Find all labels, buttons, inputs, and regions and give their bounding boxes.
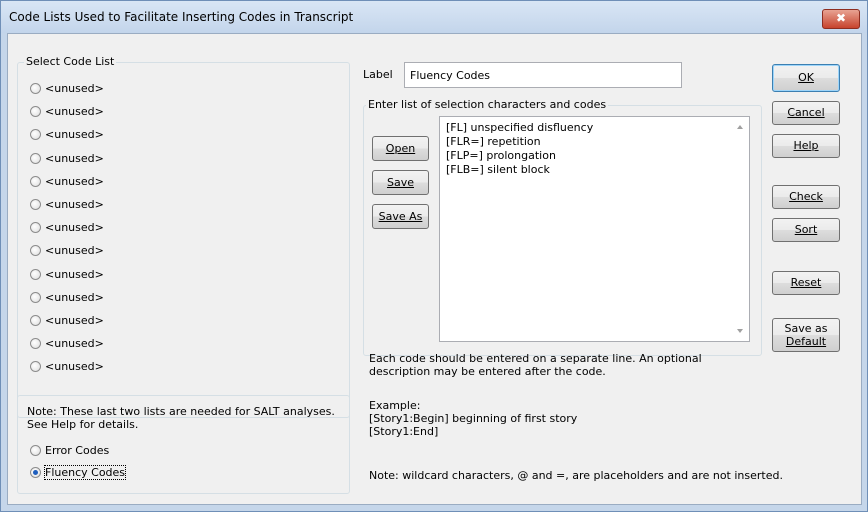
help-button[interactable]: Help [772, 134, 840, 158]
help-button-label: Help [793, 139, 819, 152]
check-button[interactable]: Check [772, 185, 840, 209]
ok-button[interactable]: OK [772, 64, 840, 92]
radio-label: <unused> [45, 128, 104, 142]
codes-textarea-content: [FL] unspecified disfluency [FLR=] repet… [446, 121, 594, 176]
dialog-body: Select Code List Note: These last two li… [7, 33, 862, 505]
salt-note: Note: These last two lists are needed fo… [27, 405, 335, 431]
reset-button-label: Reset [790, 276, 822, 289]
codes-group-label: Enter list of selection characters and c… [366, 98, 609, 111]
save-button[interactable]: Save [372, 170, 429, 195]
radio-label: <unused> [45, 82, 104, 95]
cancel-button-label: Cancel [787, 106, 825, 119]
dialog-window: Code Lists Used to Facilitate Inserting … [0, 0, 868, 512]
radio-label: <unused> [45, 267, 104, 281]
example-text: Example: [Story1:Begin] beginning of fir… [369, 399, 578, 438]
wildcard-note: Note: wildcard characters, @ and =, are … [369, 469, 783, 482]
label-caption: Label [363, 68, 393, 81]
save-as-button[interactable]: Save As [372, 204, 429, 229]
cancel-button[interactable]: Cancel [772, 101, 840, 125]
radio-button[interactable] [30, 152, 41, 164]
title-bar: Code Lists Used to Facilitate Inserting … [1, 1, 867, 33]
radio-label: <unused> [45, 174, 104, 188]
save-button-label: Save [386, 176, 414, 189]
label-input[interactable]: Fluency Codes [404, 62, 682, 88]
save-as-default-label-line2: Default [785, 335, 827, 348]
close-button[interactable]: ✖ [822, 9, 860, 29]
radio-label: <unused> [45, 244, 104, 258]
radio-label: <unused> [45, 290, 104, 304]
scroll-down-arrow-icon[interactable] [737, 329, 743, 333]
window-title: Code Lists Used to Facilitate Inserting … [9, 10, 354, 24]
radio-label: Fluency Codes [43, 465, 127, 480]
radio-label: <unused> [45, 314, 104, 327]
check-button-label: Check [789, 190, 823, 203]
open-button[interactable]: Open [372, 136, 429, 161]
radio-label: <unused> [45, 105, 104, 119]
scroll-up-arrow-icon[interactable] [737, 125, 743, 129]
sort-button[interactable]: Sort [772, 218, 840, 242]
ok-button-label: OK [798, 71, 814, 84]
radio-button[interactable] [30, 83, 41, 94]
open-button-label: Open [385, 142, 416, 155]
radio-label: <unused> [45, 151, 104, 165]
radio-label: <unused> [45, 360, 104, 374]
radio-button[interactable] [30, 291, 41, 303]
reset-button[interactable]: Reset [772, 271, 840, 295]
save-as-button-label: Save As [378, 210, 423, 223]
radio-label: <unused> [45, 221, 104, 235]
radio-label: <unused> [45, 198, 104, 211]
save-as-default-button[interactable]: Save as Default [772, 318, 840, 352]
radio-button[interactable] [30, 445, 41, 456]
instructions-text: Each code should be entered on a separat… [369, 352, 702, 378]
radio-label: <unused> [45, 337, 104, 351]
radio-button[interactable] [30, 175, 41, 187]
radio-button[interactable] [30, 199, 41, 210]
radio-button[interactable] [30, 268, 41, 280]
label-input-value: Fluency Codes [410, 69, 491, 82]
radio-button-selected[interactable] [30, 467, 41, 478]
save-as-default-label-line1: Save as [784, 322, 828, 335]
select-code-list-label: Select Code List [24, 55, 117, 68]
radio-label: Error Codes [45, 444, 110, 457]
codes-textarea[interactable]: [FL] unspecified disfluency [FLR=] repet… [439, 116, 750, 342]
sort-button-label: Sort [794, 223, 818, 236]
radio-button[interactable] [30, 315, 41, 326]
